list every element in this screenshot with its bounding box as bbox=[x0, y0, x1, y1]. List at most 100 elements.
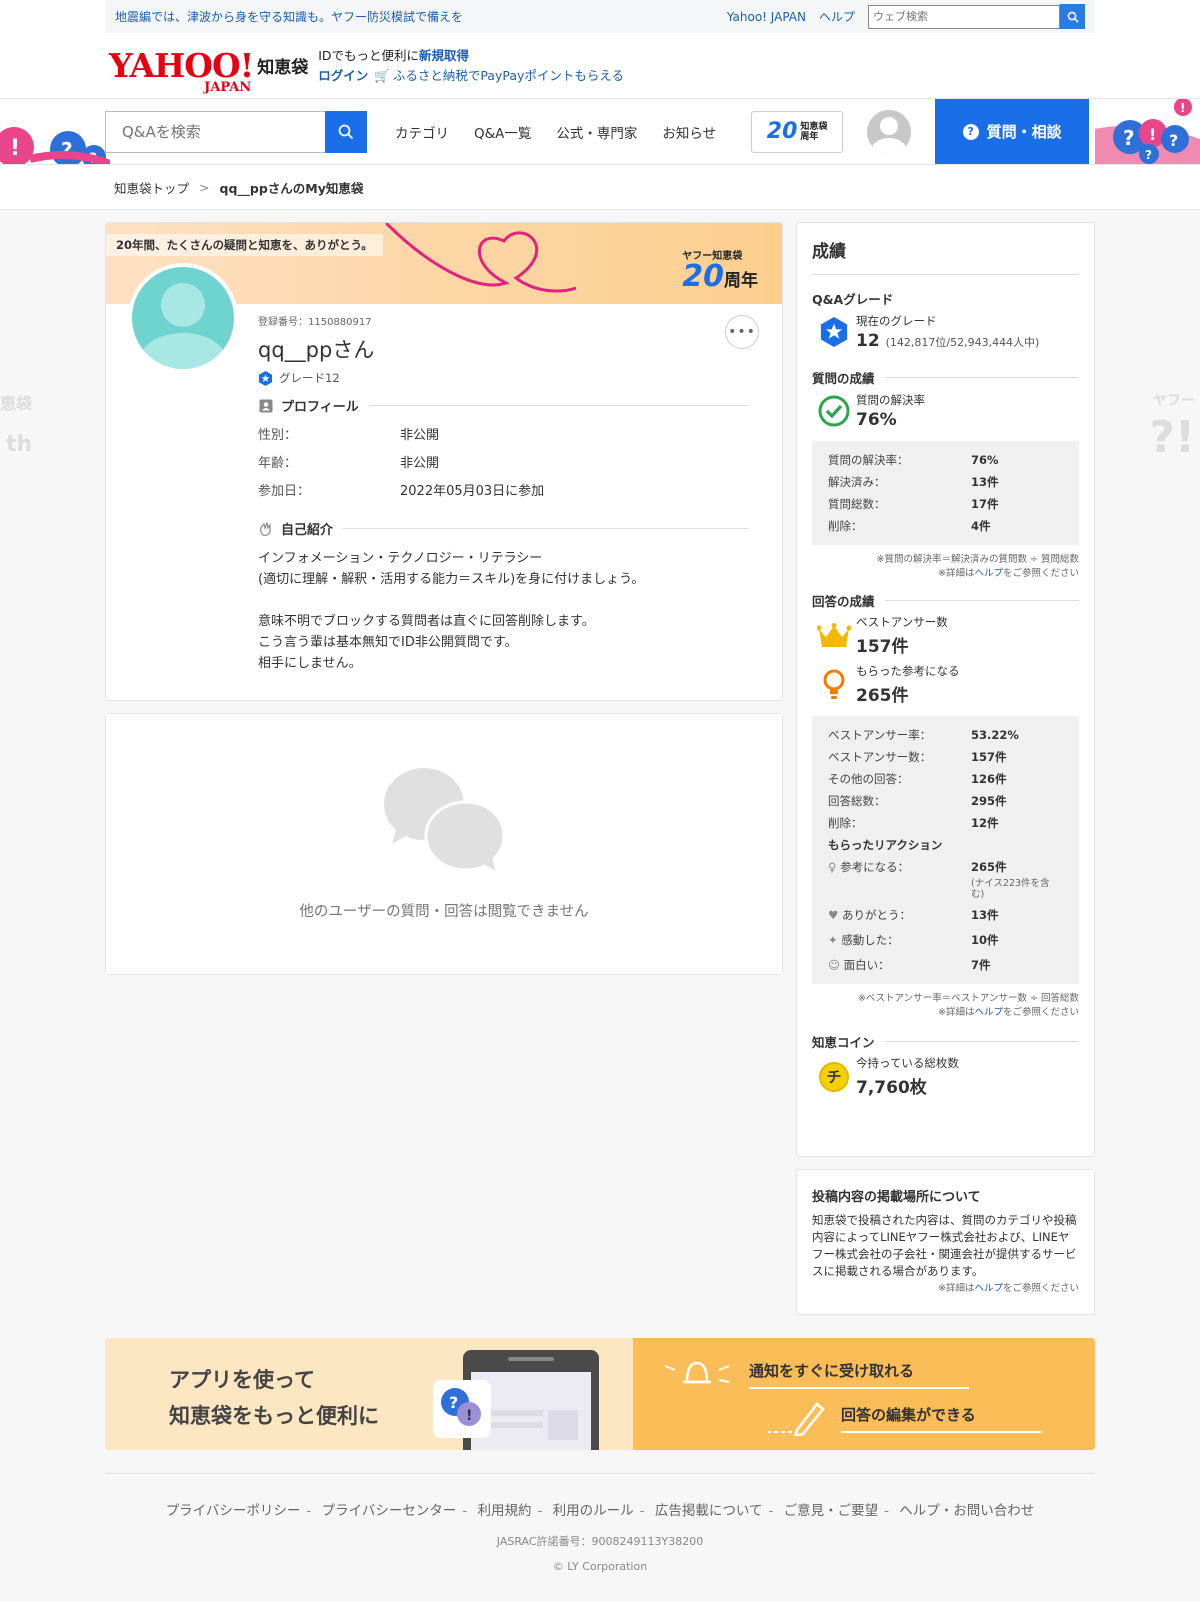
profile-card: 20年間、たくさんの疑問と知恵を、ありがとう。 ヤフー知恵袋 20周年 ••• … bbox=[105, 222, 783, 701]
stat-row: その他の回答： 126件 bbox=[828, 772, 1007, 786]
answer-note: ※ベストアンサー率＝ベストアンサー数 ÷ 回答総数 ※詳細はヘルプをご参照くださ… bbox=[857, 993, 1079, 1018]
check-circle-icon bbox=[818, 395, 850, 427]
nav-link-qa-list[interactable]: Q&A一覧 bbox=[474, 122, 531, 142]
banner-message: 20年間、たくさんの疑問と知恵を、ありがとう。 bbox=[106, 234, 383, 256]
nav-bar: ! ? ? ? ! ? ! ? カテゴリ Q&A一覧 公式・専門家 お知らせ 2… bbox=[0, 98, 1200, 165]
footer-link-ads[interactable]: 広告掲載について bbox=[655, 1503, 763, 1519]
chevron-right-icon: > bbox=[199, 180, 210, 195]
heart-icon: ♥ bbox=[828, 908, 839, 922]
question-icon: ? bbox=[962, 123, 979, 140]
help-link[interactable]: ヘルプ bbox=[974, 1007, 1003, 1018]
coin-heading: 知恵コイン bbox=[812, 1032, 1079, 1051]
stat-row: 削除： 4件 bbox=[828, 519, 991, 533]
svg-text:!: ! bbox=[1180, 101, 1185, 115]
footer-links: プライバシーポリシー - プライバシーセンター - 利用規約 - 利用のルール - 広告… bbox=[165, 1503, 1035, 1519]
best-answer-metric: ベストアンサー数 157件 bbox=[812, 614, 1079, 657]
anniversary-logo: ヤフー知恵袋 20周年 bbox=[682, 251, 758, 294]
profile-avatar bbox=[128, 263, 238, 373]
coin-icon: チ bbox=[819, 1061, 849, 1092]
current-grade-value: 12 bbox=[856, 331, 880, 351]
breadcrumb-top-link[interactable]: 知恵袋トップ bbox=[114, 178, 189, 197]
reaction-row-moved: ✦ 感動した： 10件 bbox=[828, 933, 999, 947]
anniversary-badge[interactable]: 20 知恵袋 周年 bbox=[751, 110, 844, 153]
profile-row-joined: 参加日： 2022年05月03日に参加 bbox=[258, 484, 545, 499]
footer: プライバシーポリシー - プライバシーセンター - 利用規約 - 利用のルール - 広告… bbox=[105, 1473, 1095, 1573]
heart-ribbon-icon bbox=[386, 223, 576, 293]
disaster-alert-link[interactable]: 地震編では、津波から身を守る知識も。ヤフー防災模試で備えを bbox=[115, 8, 463, 25]
reference-metric: もらった参考になる 265件 bbox=[812, 663, 1079, 706]
svg-text:!: ! bbox=[466, 1408, 472, 1424]
self-introduction: インフォメーション・テクノロジー・リテラシー (適切に理解・解釈・活用する能力＝… bbox=[258, 551, 645, 671]
results-title: 成績 bbox=[812, 237, 1079, 275]
reaction-row-funny: ☺ 面白い： 7件 bbox=[828, 958, 991, 972]
intro-section-heading: 自己紹介 bbox=[258, 519, 748, 538]
footer-link-help[interactable]: ヘルプ・お問い合わせ bbox=[899, 1503, 1034, 1519]
help-link[interactable]: ヘルプ bbox=[819, 8, 855, 25]
bell-icon bbox=[664, 1361, 730, 1384]
feature-edit-answer: 回答の編集ができる bbox=[841, 1404, 1041, 1433]
ask-question-button[interactable]: ? 質問・相談 bbox=[935, 99, 1090, 164]
footer-link-privacy-center[interactable]: プライバシーセンター bbox=[322, 1503, 457, 1519]
stat-row: 削除： 12件 bbox=[828, 816, 999, 830]
grade-label: グレード12 bbox=[258, 370, 748, 386]
question-results-heading: 質問の成績 bbox=[812, 368, 1079, 387]
lightbulb-icon: ♀ bbox=[828, 860, 837, 874]
help-link[interactable]: ヘルプ bbox=[974, 568, 1003, 579]
nav-link-official[interactable]: 公式・専門家 bbox=[556, 122, 637, 142]
search-icon bbox=[1067, 11, 1079, 23]
breadcrumb-current: qq__ppさんのMy知恵袋 bbox=[219, 181, 364, 196]
qa-search-input[interactable] bbox=[105, 110, 325, 153]
profile-row-age: 年齢： 非公開 bbox=[258, 456, 440, 471]
svg-text:?: ? bbox=[1123, 126, 1135, 150]
results-card: 成績 Q&Aグレード 現在のグレード 12 (142,817位/52,943,4… bbox=[796, 222, 1095, 1157]
no-view-message: 他のユーザーの質問・回答は閲覧できません bbox=[299, 903, 589, 920]
qa-search-button[interactable] bbox=[325, 110, 367, 153]
bubble-decoration-left: ! ? ? bbox=[0, 127, 110, 164]
masthead: YAHOO! JAPAN 知恵袋 IDでもっと便利に新規取得 ログイン 🛒 ふるさと納… bbox=[0, 33, 1200, 98]
answer-stats: ベストアンサー率： 53.22% ベストアンサー数： 157件 その他の回答： 126… bbox=[812, 716, 1079, 984]
chat-bubbles-icon bbox=[384, 767, 504, 877]
username: qq__ppさん bbox=[258, 338, 375, 362]
grade-star-icon bbox=[820, 317, 848, 347]
id-card-icon bbox=[258, 398, 273, 413]
jasrac-number: JASRAC許諾番号：9008249113Y38200 bbox=[496, 1535, 704, 1548]
wave-hand-icon bbox=[258, 521, 273, 536]
qa-grade-heading: Q&Aグレード bbox=[812, 292, 894, 307]
top-strip: 地震編では、津波から身を守る知識も。ヤフー防災模試で備えを Yahoo! JAP… bbox=[0, 0, 1200, 33]
qa-search bbox=[105, 110, 367, 153]
nav-links: カテゴリ Q&A一覧 公式・専門家 お知らせ bbox=[395, 122, 741, 142]
footer-link-privacy-policy[interactable]: プライバシーポリシー bbox=[166, 1503, 301, 1519]
app-promo-text: アプリを使って 知恵袋をもっと便利に bbox=[169, 1368, 379, 1428]
question-note: ※質問の解決率＝解決済みの質問数 ÷ 質問総数 ※詳細はヘルプをご参照ください bbox=[876, 554, 1079, 579]
yahoo-logo: YAHOO! JAPAN bbox=[109, 46, 254, 95]
question-stats: 質問の解決率： 76% 解決済み： 13件 質問総数： 17件 削除： 4件 bbox=[812, 441, 1079, 545]
footer-link-feedback[interactable]: ご意見・ご要望 bbox=[784, 1503, 879, 1519]
pencil-icon bbox=[767, 1402, 825, 1436]
web-search-button[interactable] bbox=[1060, 4, 1085, 29]
footer-link-terms[interactable]: 利用規約 bbox=[478, 1503, 532, 1519]
lightbulb-icon bbox=[823, 669, 845, 699]
feature-notification: 通知をすぐに受け取れる bbox=[749, 1360, 969, 1389]
sparkle-icon: ✦ bbox=[828, 933, 838, 947]
best-answer-value: 157件 bbox=[856, 637, 909, 657]
register-link[interactable]: 新規取得 bbox=[419, 48, 469, 63]
svg-text:!: ! bbox=[10, 136, 20, 161]
user-avatar[interactable] bbox=[867, 109, 912, 154]
stat-row: 質問の解決率： 76% bbox=[828, 453, 999, 467]
background-decoration-right: ヤフー bbox=[1153, 393, 1195, 409]
login-link[interactable]: ログイン bbox=[318, 68, 368, 83]
app-promo-banner[interactable]: アプリを使って 知恵袋をもっと便利に ? ! 通知をすぐに受け取れる 回答の編集… bbox=[105, 1338, 1095, 1450]
svg-text:?: ? bbox=[1145, 148, 1152, 162]
yahoo-japan-link[interactable]: Yahoo! JAPAN bbox=[727, 10, 806, 24]
help-link[interactable]: ヘルプ bbox=[974, 1283, 1003, 1294]
smile-icon: ☺ bbox=[828, 958, 840, 972]
grade-rank: (142,817位/52,943,444人中) bbox=[885, 336, 1040, 349]
chiebukuro-logo-text: 知恵袋 bbox=[257, 58, 309, 78]
chiebukuro-logo[interactable]: YAHOO! JAPAN 知恵袋 bbox=[109, 46, 309, 95]
furusato-link[interactable]: ふるさと納税でPayPayポイントもらえる bbox=[393, 68, 624, 83]
nav-link-news[interactable]: お知らせ bbox=[662, 122, 716, 142]
footer-link-rules[interactable]: 利用のルール bbox=[553, 1503, 634, 1519]
search-icon bbox=[338, 124, 354, 139]
web-search-input[interactable] bbox=[868, 4, 1060, 29]
nav-link-category[interactable]: カテゴリ bbox=[395, 122, 449, 142]
